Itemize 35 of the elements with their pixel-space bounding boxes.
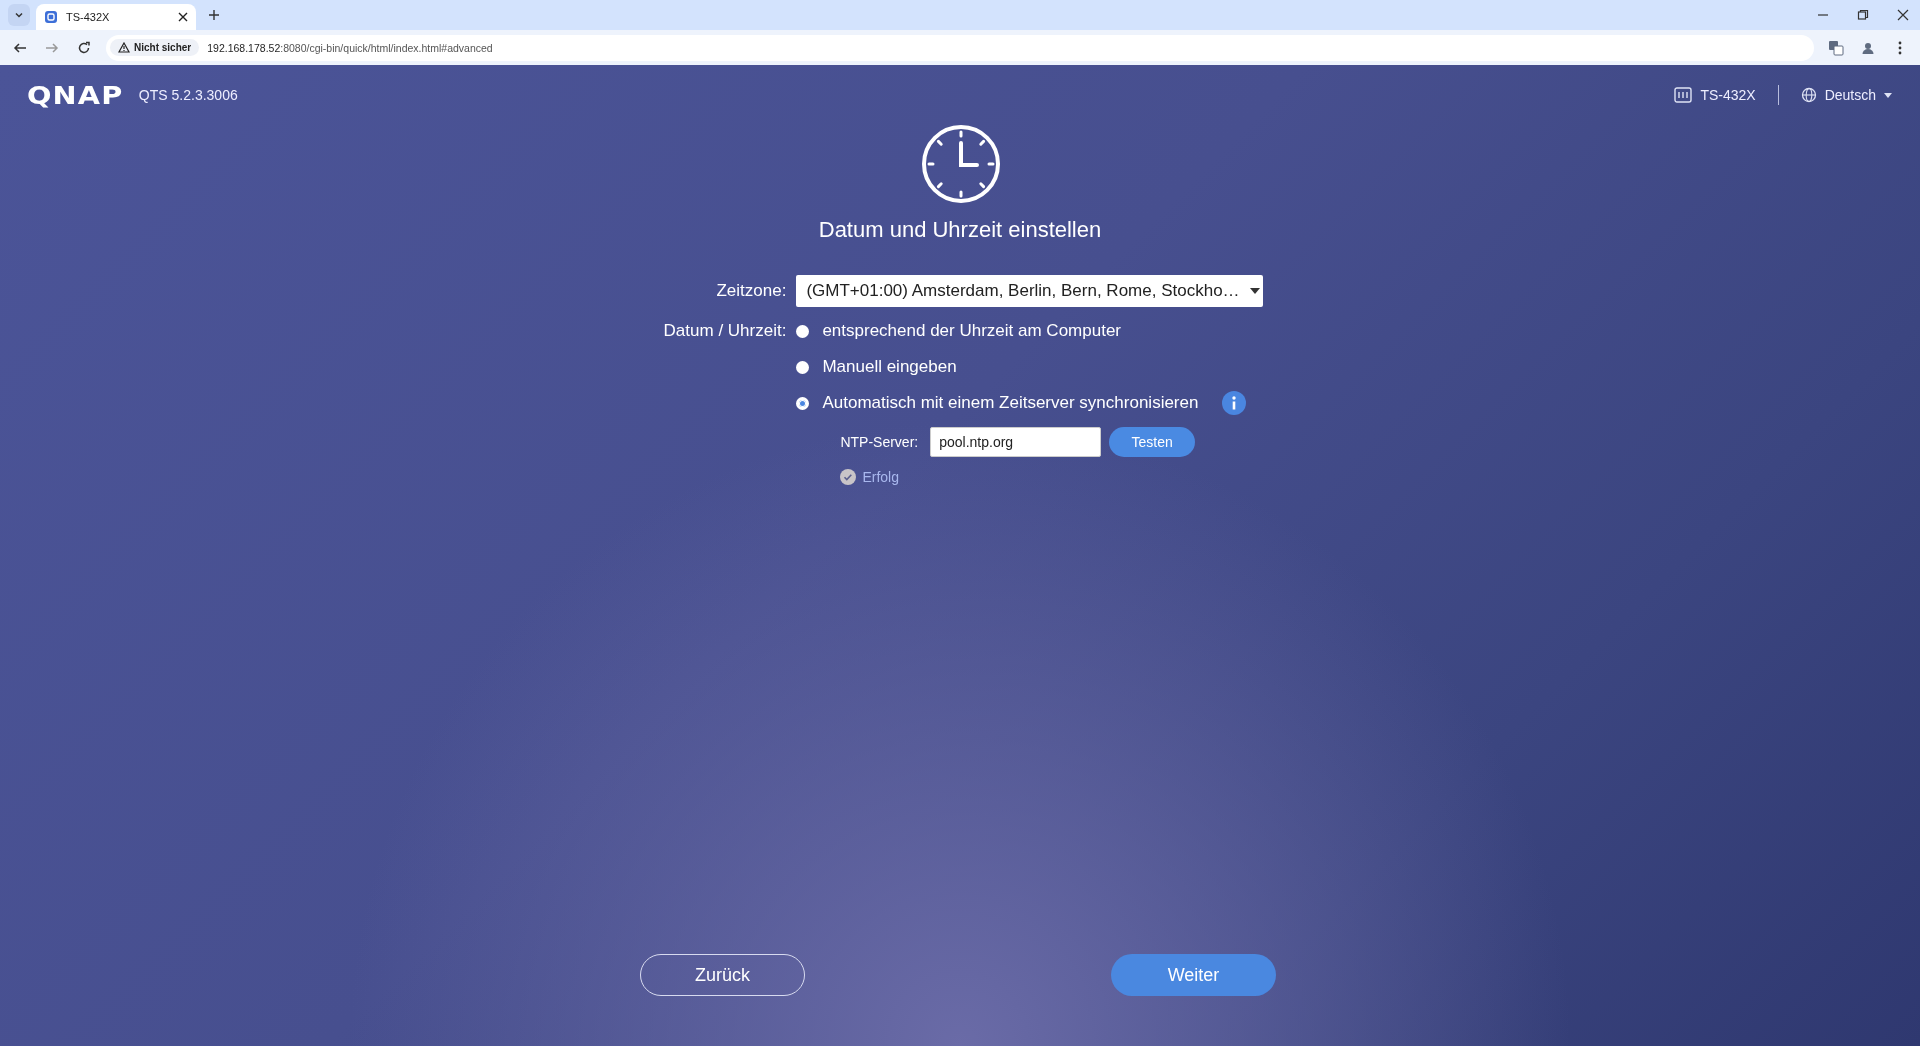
warning-icon (118, 42, 130, 53)
ntp-server-field[interactable]: pool.ntp.org (930, 427, 1102, 457)
version-label: QTS 5.2.3.3006 (138, 87, 238, 103)
field-label: NTP-Server: (840, 434, 919, 450)
page-title: Datum und Uhrzeit einstellen (818, 217, 1102, 243)
nas-device-icon (1674, 87, 1693, 103)
site-icon (44, 10, 58, 24)
caret-icon (1249, 288, 1260, 294)
address-field[interactable]: Nicht sicher 192.168.178.52:8080/cgi-bin/quick/html/index.html#advanced (106, 34, 1814, 61)
radio-button[interactable] (796, 324, 810, 338)
new-tab-icon[interactable] (208, 9, 220, 21)
option-label[interactable]: Manuell eingeben (822, 357, 957, 377)
language-selector[interactable]: Deutsch (1800, 87, 1892, 103)
option-label[interactable]: entsprechend der Uhrzeit am Computer (822, 321, 1121, 341)
caret-icon (1884, 92, 1892, 98)
field-label: Zeitzone: (715, 280, 787, 302)
radio-button[interactable] (796, 360, 810, 374)
next-button[interactable]: Weiter (1111, 954, 1276, 996)
url-text: 192.168.178.52:8080/cgi-bin/quick/html/index.html#advanced (207, 41, 493, 54)
info-icon[interactable] (1222, 391, 1247, 415)
device-name: TS-432X (1700, 87, 1756, 103)
globe-icon (1800, 87, 1817, 103)
option-label[interactable]: Automatisch mit einem Zeitserver synchronisieren (822, 393, 1199, 413)
radio-button[interactable] (796, 396, 810, 410)
status-text: Erfolg (862, 469, 899, 485)
security-chip[interactable]: Nicht sicher (110, 39, 200, 56)
brand-logo: QNAP (27, 80, 124, 110)
close-icon[interactable] (178, 12, 188, 22)
caret-icon[interactable] (8, 4, 30, 26)
check-circle-icon (840, 469, 857, 485)
timezone-dropdown[interactable]: (GMT+01:00) Amsterdam, Berlin, Bern, Rome, Stockho… (796, 275, 1264, 307)
tab-title: TS-432X (66, 11, 111, 23)
clock-icon (920, 123, 1002, 205)
browser-tab[interactable]: TS-432X (36, 4, 196, 30)
field-label: Datum / Uhrzeit: (663, 321, 787, 341)
